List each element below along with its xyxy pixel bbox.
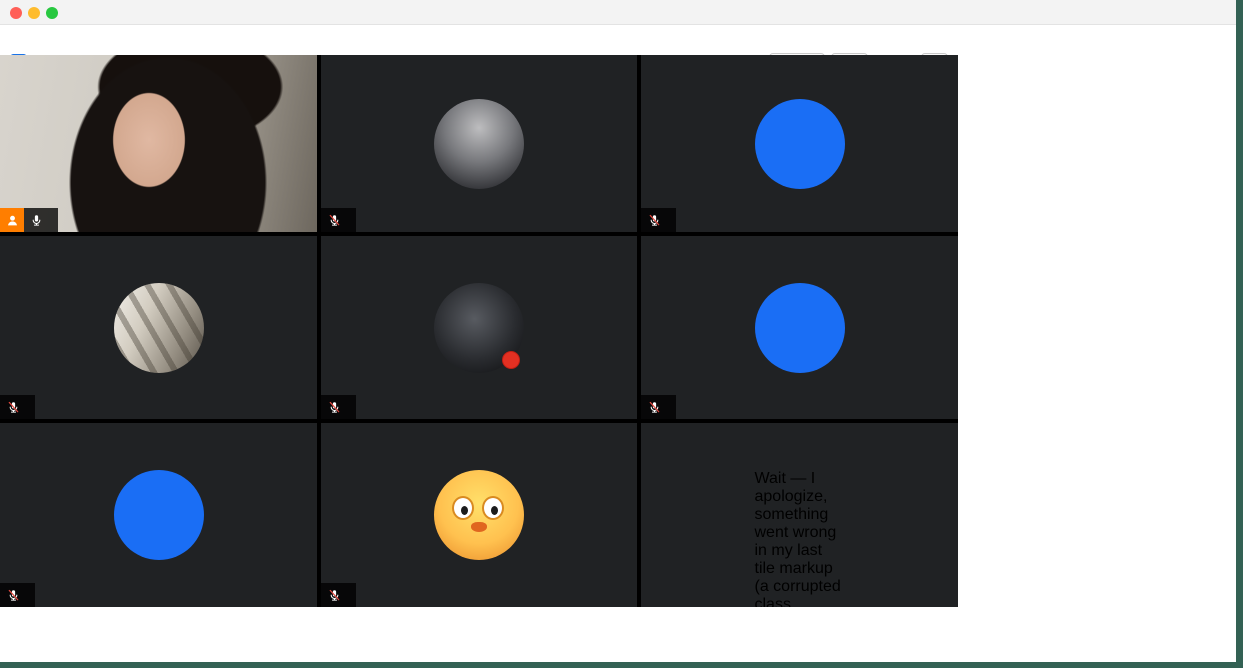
video-tile-shenxiaoqin[interactable] [321,236,637,419]
mic-muted-icon [328,214,341,227]
mic-muted-icon [328,589,341,602]
avatar-initials [114,470,204,560]
close-window-button[interactable] [10,7,22,19]
tile-name-label [321,583,356,607]
tile-name-label [0,395,35,419]
avatar-initials [755,99,845,189]
tile-name-label [321,395,356,419]
mic-muted-icon [648,401,661,414]
flag-badge [502,351,520,369]
video-tile-yuanlujia[interactable]: Wait — I apologize, something went wrong… [641,423,958,607]
video-tile-tanxueyong[interactable] [0,423,317,607]
host-badge-icon [0,208,24,232]
video-tile-yangmin[interactable] [641,55,958,232]
top-toolbar [0,25,962,55]
avatar [114,283,204,373]
minimize-window-button[interactable] [28,7,40,19]
mic-muted-icon [648,214,661,227]
mic-muted-icon [328,401,341,414]
tile-name-label [0,583,35,607]
maximize-window-button[interactable] [46,7,58,19]
video-grid: Wait — I apologize, something went wrong… [0,55,958,607]
title-bar [0,0,1236,25]
live-video-feed [0,55,317,232]
video-tile-wuxiaoli[interactable] [321,423,637,607]
mic-on-icon [30,214,43,227]
video-tile-karrie[interactable] [321,55,637,232]
tencent-meeting-app: Wait — I apologize, something went wrong… [0,0,1243,668]
tile-name-label [641,395,676,419]
avatar [434,470,524,560]
tile-name-label [0,208,58,232]
tile-name-label [321,208,356,232]
avatar [434,99,524,189]
video-tile-heying[interactable] [641,236,958,419]
mic-muted-icon [7,401,20,414]
tile-name-label [641,208,676,232]
mic-muted-icon [7,589,20,602]
avatar-initials [755,283,845,373]
avatar [434,283,524,373]
video-tile-weigongcan[interactable] [0,236,317,419]
video-tile-zhucuiling[interactable] [0,55,317,232]
meeting-window: Wait — I apologize, something went wrong… [0,0,1236,662]
